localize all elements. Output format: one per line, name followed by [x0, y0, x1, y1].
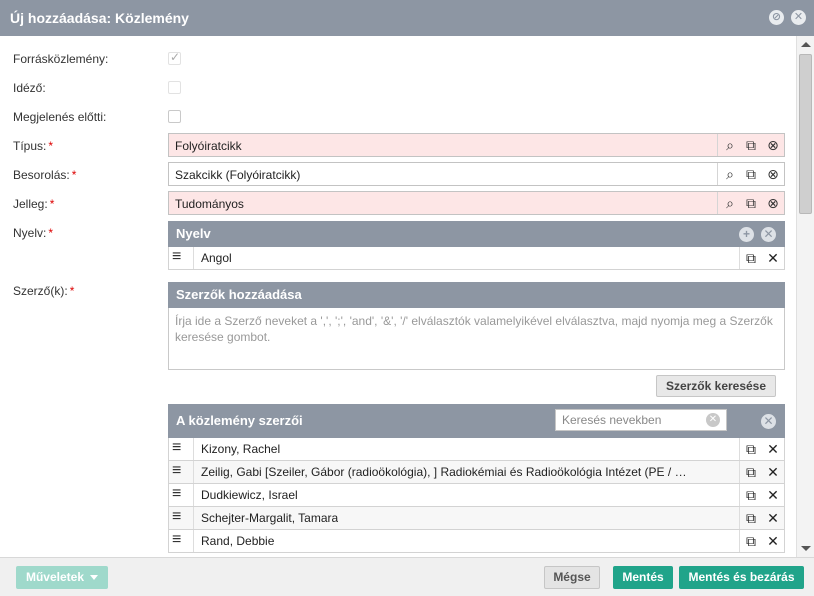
dialog-titlebar: Új hozzáadása: Közlemény ⊘ ✕ — [0, 0, 814, 36]
jelleg-value: Tudományos — [175, 197, 244, 211]
tipus-field[interactable]: Folyóiratcikk ⌕ ⧉ ⊗ — [168, 133, 785, 157]
dialog-title: Új hozzáadása: Közlemény — [10, 10, 189, 26]
table-row: ≡ Schejter-Margalit, Tamara ⧉ ✕ — [168, 507, 785, 530]
tipus-value: Folyóiratcikk — [175, 139, 242, 153]
szerzok-label: Szerző(k): * — [13, 284, 75, 298]
search-icon[interactable]: ⌕ — [722, 137, 738, 153]
operations-button[interactable]: Műveletek — [16, 566, 108, 589]
open-external-icon[interactable]: ⧉ — [743, 510, 759, 526]
nyelv-panel-title: Nyelv — [176, 226, 211, 241]
drag-handle-icon[interactable]: ≡ — [172, 463, 188, 480]
scroll-down-icon[interactable] — [801, 546, 811, 551]
besorolas-label: Besorolás: * — [13, 168, 77, 182]
scroll-thumb[interactable] — [799, 54, 812, 214]
table-row: ≡ Dudkiewicz, Israel ⧉ ✕ — [168, 484, 785, 507]
nyelv-label: Nyelv: * — [13, 226, 54, 240]
author-name: Kizony, Rachel — [201, 442, 281, 456]
minimize-icon[interactable]: ⊘ — [769, 10, 784, 25]
scroll-up-icon[interactable] — [801, 42, 811, 47]
table-row: ≡ Rand, Debbie ⧉ ✕ — [168, 530, 785, 553]
drag-handle-icon[interactable]: ≡ — [172, 532, 188, 549]
clear-search-icon[interactable]: ✕ — [706, 413, 720, 427]
remove-all-icon[interactable]: ✕ — [761, 414, 776, 429]
forraskozlemeny-checkbox[interactable] — [168, 50, 181, 65]
author-name: Schejter-Margalit, Tamara — [201, 511, 339, 525]
jelleg-field[interactable]: Tudományos ⌕ ⧉ ⊗ — [168, 191, 785, 215]
open-external-icon[interactable]: ⧉ — [743, 166, 759, 182]
add-authors-header: Szerzők hozzáadása — [168, 282, 785, 308]
besorolas-value: Szakcikk (Folyóiratcikk) — [175, 168, 301, 182]
caret-down-icon — [90, 575, 99, 581]
search-icon[interactable]: ⌕ — [722, 166, 738, 182]
forraskozlemeny-label: Forrásközlemény: — [13, 52, 109, 66]
author-search-input[interactable]: Keresés nevekben ✕ — [555, 409, 727, 431]
author-name: Dudkiewicz, Israel — [201, 488, 298, 502]
clear-icon[interactable]: ⊗ — [765, 195, 781, 211]
list-item: ≡ Angol ⧉ ✕ — [168, 247, 785, 270]
delete-icon[interactable]: ✕ — [765, 510, 781, 526]
save-and-close-button[interactable]: Mentés és bezárás — [679, 566, 804, 589]
nyelv-item-label: Angol — [201, 251, 232, 265]
delete-icon[interactable]: ✕ — [765, 464, 781, 480]
remove-all-icon[interactable]: ✕ — [761, 227, 776, 242]
delete-icon[interactable]: ✕ — [765, 250, 781, 266]
close-icon[interactable]: ✕ — [791, 10, 806, 25]
dialog-footer: Műveletek Mégse Mentés Mentés és bezárás — [0, 557, 814, 596]
open-external-icon[interactable]: ⧉ — [743, 441, 759, 457]
dialog-content: Forrásközlemény: Idéző: Megjelenés előtt… — [0, 36, 796, 557]
open-external-icon[interactable]: ⧉ — [743, 195, 759, 211]
drag-handle-icon[interactable]: ≡ — [172, 249, 188, 266]
author-name: Rand, Debbie — [201, 534, 275, 548]
nyelv-panel-header: Nyelv + ✕ — [168, 221, 785, 247]
authors-panel-title: A közlemény szerzői — [176, 413, 303, 428]
besorolas-field[interactable]: Szakcikk (Folyóiratcikk) ⌕ ⧉ ⊗ — [168, 162, 785, 186]
idezo-label: Idéző: — [13, 81, 46, 95]
delete-icon[interactable]: ✕ — [765, 487, 781, 503]
author-name: Zeilig, Gabi [Szeiler, Gábor (radioökoló… — [201, 465, 687, 479]
vertical-scrollbar[interactable] — [796, 36, 814, 557]
clear-icon[interactable]: ⊗ — [765, 137, 781, 153]
drag-handle-icon[interactable]: ≡ — [172, 440, 188, 457]
authors-textarea[interactable]: Írja ide a Szerző neveket a ',', ';', 'a… — [168, 308, 785, 370]
open-external-icon[interactable]: ⧉ — [743, 137, 759, 153]
open-external-icon[interactable]: ⧉ — [743, 487, 759, 503]
add-authors-title: Szerzők hozzáadása — [176, 287, 302, 302]
table-row: ≡ Kizony, Rachel ⧉ ✕ — [168, 438, 785, 461]
search-icon[interactable]: ⌕ — [722, 195, 738, 211]
search-authors-button[interactable]: Szerzők keresése — [656, 375, 776, 397]
drag-handle-icon[interactable]: ≡ — [172, 486, 188, 503]
jelleg-label: Jelleg: * — [13, 197, 55, 211]
drag-handle-icon[interactable]: ≡ — [172, 509, 188, 526]
delete-icon[interactable]: ✕ — [765, 533, 781, 549]
tipus-label: Típus: * — [13, 139, 54, 153]
delete-icon[interactable]: ✕ — [765, 441, 781, 457]
add-icon[interactable]: + — [739, 227, 754, 242]
megjelenes-label: Megjelenés előtti: — [13, 110, 107, 124]
table-row: ≡ Zeilig, Gabi [Szeiler, Gábor (radioöko… — [168, 461, 785, 484]
idezo-checkbox[interactable] — [168, 81, 181, 94]
open-external-icon[interactable]: ⧉ — [743, 464, 759, 480]
save-button[interactable]: Mentés — [613, 566, 673, 589]
megjelenes-checkbox[interactable] — [168, 110, 181, 123]
authors-panel-header: A közlemény szerzői Keresés nevekben ✕ ✕ — [168, 404, 785, 438]
open-external-icon[interactable]: ⧉ — [743, 533, 759, 549]
cancel-button[interactable]: Mégse — [544, 566, 600, 589]
clear-icon[interactable]: ⊗ — [765, 166, 781, 182]
open-external-icon[interactable]: ⧉ — [743, 250, 759, 266]
